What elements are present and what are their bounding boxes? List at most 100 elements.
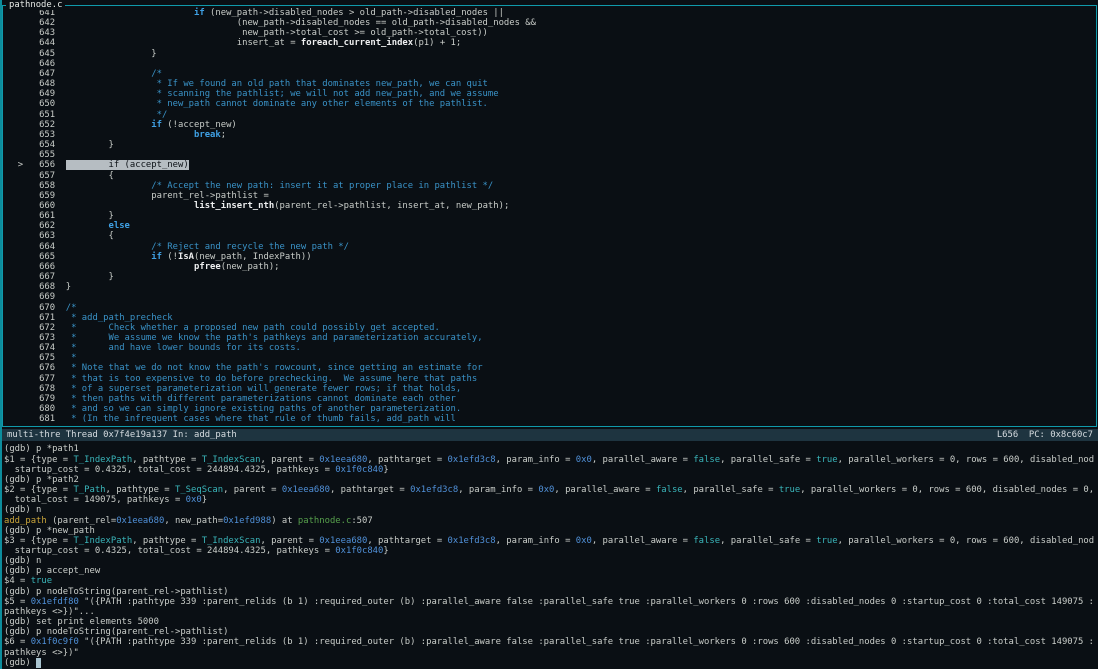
code-comment: * and have lower bounds for its costs. <box>65 343 301 354</box>
line-number: 677 <box>39 373 56 384</box>
gdb-output-line: (gdb) p accept_new <box>4 566 101 577</box>
gdb-output-line: startup_cost = 0.4325, total_cost = 2448… <box>4 545 389 556</box>
line-number: 667 <box>39 272 56 283</box>
line-number: 669 <box>39 292 56 303</box>
line-number: 673 <box>39 333 56 343</box>
source-line: 680 * and so we can simply ignore existi… <box>7 404 1096 414</box>
gdb-output-line: pathkeys <>})" <box>4 647 79 658</box>
gdb-output-line: startup_cost = 0.4325, total_cost = 2448… <box>4 464 389 475</box>
line-number: 663 <box>39 231 56 242</box>
gdb-output-line: total_cost = 149075, pathkeys = 0x0} <box>4 495 208 506</box>
status-thread-info: multi-thre Thread 0x7f4e19a137 In: add_p… <box>7 430 237 441</box>
line-number: 658 <box>39 180 56 191</box>
gdb-output-line: (gdb) p *new_path <box>4 525 95 536</box>
source-file-title: pathnode.c <box>6 0 66 11</box>
line-number: 656 <box>39 160 56 171</box>
source-line: 649 * scanning the pathlist; we will not… <box>7 89 1096 99</box>
code-comment: * then paths with different parameteriza… <box>65 393 456 404</box>
code-comment: /* <box>65 68 162 79</box>
gdb-output-line: (gdb) p nodeToString(parent_rel->pathlis… <box>4 586 229 597</box>
gdb-command-area[interactable]: (gdb) p *path1 $1 = {type = T_IndexPath, … <box>2 441 1098 669</box>
gdb-prompt-line[interactable]: (gdb) <box>4 657 1098 668</box>
line-number: 651 <box>39 109 56 120</box>
current-line-marker: > <box>17 160 24 171</box>
gdb-output-line: $6 = 0x1f0c9f0 "({PATH :pathtype 339 :pa… <box>4 637 1095 648</box>
cursor <box>36 657 42 668</box>
code-comment: * and so we can simply ignore existing p… <box>65 404 462 415</box>
gdb-output-line: (gdb) p nodeToString(parent_rel->pathlis… <box>4 627 229 638</box>
gdb-output-line: (gdb) set print elements 5000 <box>4 617 159 628</box>
line-number: 666 <box>39 261 56 272</box>
line-number: 655 <box>39 150 56 161</box>
source-line: 664 /* Reject and recycle the new path *… <box>7 242 1096 252</box>
code-comment: * If we found an old path that dominates… <box>65 79 488 90</box>
code-comment: /* Accept the new path: insert it at pro… <box>65 180 494 191</box>
line-number: 644 <box>39 38 56 49</box>
line-number: 665 <box>39 251 56 262</box>
source-line: 665 if (!IsA(new_path, IndexPath)) <box>39 251 312 262</box>
source-line: 681 * (In the infrequent cases where tha… <box>7 414 1096 424</box>
source-line: 651 */ <box>7 110 1096 120</box>
source-line: 663 { <box>39 231 114 242</box>
gdb-output-line: $5 = 0x1efdf80 "({PATH :pathtype 339 :pa… <box>4 596 1095 607</box>
gdb-tui-terminal[interactable]: pathnode.c 641 if (new_path->disabled_no… <box>0 0 1098 669</box>
source-line: 642 (new_path->disabled_nodes == old_pat… <box>39 18 536 29</box>
line-number: 648 <box>39 79 56 90</box>
source-line: 674 * and have lower bounds for its cost… <box>7 343 1096 353</box>
source-line: 648 * If we found an old path that domin… <box>7 79 1096 89</box>
source-line: 670 /* <box>7 303 1096 313</box>
source-line: 654 } <box>39 140 114 151</box>
code-comment: * new_path cannot dominate any other ele… <box>65 99 488 110</box>
code-comment: * Note that we do not know the path's ro… <box>65 363 483 374</box>
line-number: 679 <box>39 393 56 404</box>
source-line: 669 <box>7 292 1096 302</box>
status-line-pc-info: L656 PC: 0x8c60c7 <box>996 430 1093 441</box>
source-line: 671 * add_path_precheck <box>7 313 1096 323</box>
source-line: 645 } <box>39 48 157 59</box>
gdb-output-line: $3 = {type = T_IndexPath, pathtype = T_I… <box>4 535 1095 546</box>
line-number: 681 <box>39 414 56 425</box>
code-comment: * (In the infrequent cases where that ru… <box>65 414 456 425</box>
gdb-output-line: (gdb) n <box>4 505 42 516</box>
gdb-output-line: pathkeys <>})"... <box>4 606 95 617</box>
status-bar: multi-thre Thread 0x7f4e19a137 In: add_p… <box>2 429 1098 442</box>
source-line: 660 list_insert_nth(parent_rel->pathlist… <box>39 200 510 211</box>
source-line: 643 new_path->total_cost >= old_path->to… <box>39 28 488 39</box>
line-number: 671 <box>39 312 56 323</box>
line-number: 657 <box>39 170 56 181</box>
code-comment: * add_path_precheck <box>65 312 173 323</box>
source-line: 652 if (!accept_new) <box>39 119 237 130</box>
line-number: 646 <box>39 58 56 69</box>
code-comment: /* Reject and recycle the new path */ <box>65 241 349 252</box>
source-window[interactable]: pathnode.c 641 if (new_path->disabled_no… <box>2 0 1097 428</box>
source-line: 679 * then paths with different paramete… <box>7 394 1096 404</box>
line-number: 670 <box>39 302 56 313</box>
source-line: 661 } <box>39 211 114 222</box>
gdb-output-line: $2 = {type = T_Path, pathtype = T_SeqSca… <box>4 485 1095 496</box>
line-number: 664 <box>39 241 56 252</box>
line-number: 659 <box>39 190 56 201</box>
gdb-output-line: (gdb) p *path2 <box>4 474 79 485</box>
source-line: 657 { <box>39 170 114 181</box>
source-line: 650 * new_path cannot dominate any other… <box>7 99 1096 109</box>
source-line: 677 * that is too expensive to do before… <box>7 374 1096 384</box>
code-comment: */ <box>65 109 168 120</box>
line-number: 678 <box>39 383 56 394</box>
source-line: 672 * Check whether a proposed new path … <box>7 323 1096 333</box>
gdb-output-line: $4 = true <box>4 576 53 587</box>
code-comment: * <box>65 353 77 364</box>
source-line: 653 break; <box>39 129 227 140</box>
line-number: 672 <box>39 322 56 333</box>
line-number: 680 <box>39 404 56 415</box>
code-comment: /* <box>65 302 77 313</box>
source-line: 668 } <box>39 282 72 293</box>
line-number: 650 <box>39 99 56 110</box>
source-line: 673 * We assume we know the path's pathk… <box>7 333 1096 343</box>
source-code-area: 641 if (new_path->disabled_nodes > old_p… <box>7 8 1096 424</box>
code-comment: * of a superset parameterization will ge… <box>65 383 462 394</box>
line-number: 647 <box>39 68 56 79</box>
source-line: 646 <box>7 59 1096 69</box>
code-comment: * We assume we know the path's pathkeys … <box>65 333 483 343</box>
line-number: 642 <box>39 18 56 29</box>
code-comment: * scanning the pathlist; we will not add… <box>65 89 499 100</box>
